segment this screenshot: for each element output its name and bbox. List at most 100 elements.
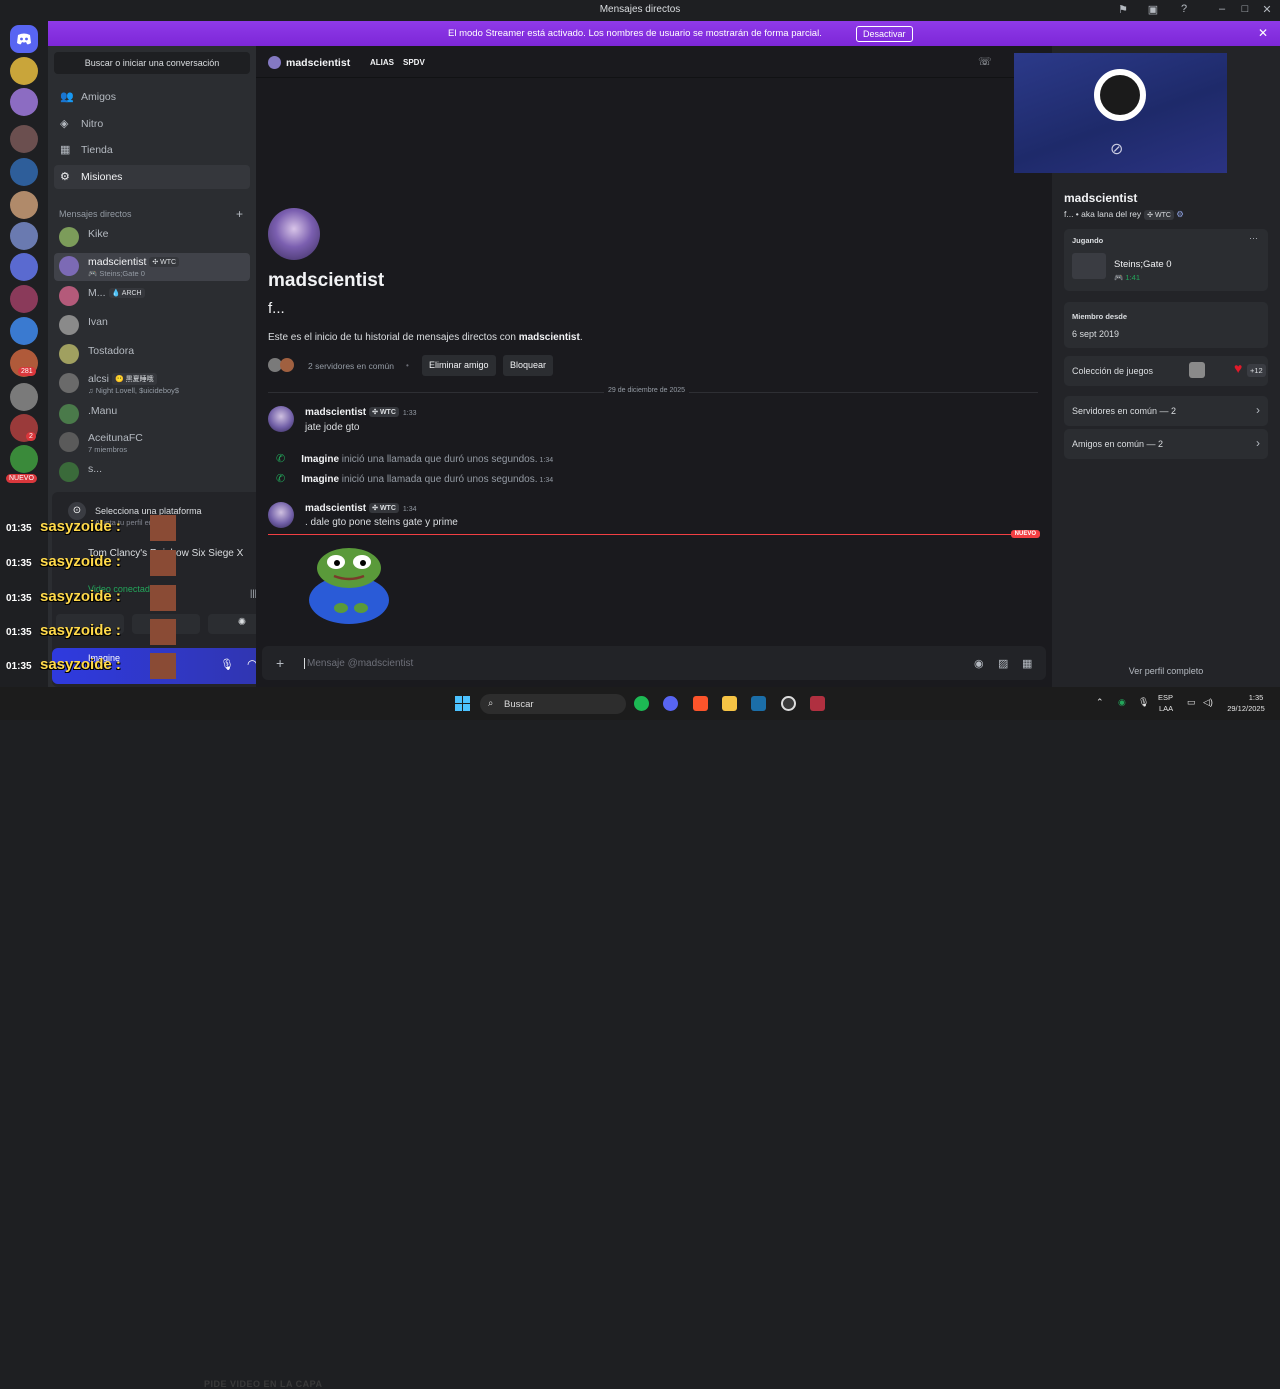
- dm-item[interactable]: Ivan: [54, 312, 250, 338]
- server-icon[interactable]: [10, 222, 38, 250]
- call-system-message: ✆ Imagine inició una llamada que duró uno…: [276, 473, 554, 485]
- profile-name: madscientist: [268, 270, 385, 291]
- server-icon[interactable]: [10, 285, 38, 313]
- mutual-servers-row[interactable]: Servidores en común — 2 ›: [1064, 396, 1268, 426]
- window-title: Mensajes directos: [599, 4, 681, 15]
- avatar: [59, 227, 79, 247]
- tray-chevron-icon[interactable]: ⌃: [1096, 697, 1104, 708]
- gift-icon[interactable]: ◉: [974, 657, 984, 670]
- deactivate-button[interactable]: Desactivar: [856, 26, 913, 42]
- nav-shop[interactable]: ▦ Tienda: [54, 138, 250, 162]
- server-icon[interactable]: [10, 57, 38, 85]
- profile-avatar-large: [268, 208, 320, 260]
- clock-date[interactable]: 29/12/2025: [1224, 704, 1268, 713]
- server-icon[interactable]: [10, 253, 38, 281]
- dm-item[interactable]: .Manu: [54, 401, 250, 427]
- dm-item[interactable]: Kike: [54, 224, 250, 250]
- playing-title: Jugando: [1072, 236, 1104, 245]
- server-icon[interactable]: [10, 317, 38, 345]
- search-icon: ⌕: [488, 698, 494, 709]
- server-icon[interactable]: [10, 445, 38, 473]
- block-button[interactable]: Bloquear: [503, 355, 554, 376]
- spotify-icon[interactable]: [634, 696, 649, 711]
- taskbar-search[interactable]: ⌕ Buscar: [480, 694, 626, 714]
- phone-icon: ✆: [276, 453, 286, 465]
- message-text: . dale gto pone steins gate y prime: [305, 517, 458, 528]
- attach-plus-icon[interactable]: +: [276, 655, 284, 671]
- more-icon[interactable]: ···: [1249, 233, 1258, 243]
- help-icon[interactable]: ?: [1176, 3, 1192, 17]
- flag-icon[interactable]: ⚑: [1115, 3, 1131, 17]
- message-composer[interactable]: + Mensaje @madscientist ◉ ▨ ▦: [262, 646, 1046, 680]
- dm-name: Ivan: [88, 316, 108, 328]
- discord-home-icon[interactable]: [10, 25, 38, 53]
- dm-item[interactable]: AceitunaFC 7 miembros: [54, 429, 250, 457]
- gif-icon[interactable]: ▨: [998, 657, 1008, 670]
- games-collection-card[interactable]: Colección de juegos ♥ +12: [1064, 356, 1268, 386]
- spdv-tab[interactable]: SPDV: [403, 58, 425, 67]
- server-icon[interactable]: [10, 158, 38, 186]
- stream-overlay-text: PIDE VIDEO EN LA CAPA: [204, 1379, 323, 1389]
- mutual-servers-link[interactable]: 2 servidores en común: [308, 361, 394, 371]
- message-author[interactable]: madscientist ✣ WTC 1:33: [305, 407, 417, 418]
- file-explorer-icon[interactable]: [722, 696, 737, 711]
- server-icon[interactable]: [10, 383, 38, 411]
- discord-taskbar-icon[interactable]: [663, 696, 678, 711]
- create-dm-icon[interactable]: +: [236, 207, 243, 221]
- tray-mic-icon[interactable]: 🎙: [1138, 697, 1149, 708]
- brave-icon[interactable]: [693, 696, 708, 711]
- dm-item[interactable]: Tostadora: [54, 341, 250, 367]
- obs-taskbar-icon[interactable]: [781, 696, 796, 711]
- pepe-sticker[interactable]: [306, 542, 392, 624]
- obs-camera-overlay: ⊘: [1014, 53, 1227, 173]
- minimize-button[interactable]: –: [1214, 3, 1230, 17]
- window-titlebar: Mensajes directos ⚑ ▣ ? – □ ✕: [0, 0, 1280, 21]
- view-full-profile-link[interactable]: Ver perfil completo: [1052, 666, 1280, 676]
- server-icon[interactable]: [10, 191, 38, 219]
- dm-item[interactable]: alcsi 😶 黒夏睡哦 ♫ Night Lovell, $uicideboy$: [54, 370, 250, 398]
- avatar[interactable]: [268, 502, 294, 528]
- overlay-chat-row: 01:35 sasyzoide :: [4, 653, 254, 679]
- conversation-search-button[interactable]: Buscar o iniciar una conversación: [54, 52, 250, 74]
- emoji-icon[interactable]: ▦: [1022, 657, 1032, 670]
- inbox-icon[interactable]: ▣: [1145, 3, 1161, 17]
- windows-start-icon[interactable]: [455, 696, 470, 711]
- profile-panel-sub: f... • aka lana del rey ✣ WTC ⚙: [1064, 209, 1184, 220]
- dm-name: Tostadora: [88, 345, 135, 357]
- steam-icon[interactable]: [751, 696, 766, 711]
- alias-tab[interactable]: ALIAS: [370, 58, 394, 67]
- profile-panel-name[interactable]: madscientist: [1064, 191, 1137, 205]
- input-language[interactable]: ESP: [1158, 693, 1173, 702]
- remove-friend-button[interactable]: Eliminar amigo: [422, 355, 496, 376]
- member-since-title: Miembro desde: [1072, 312, 1128, 321]
- network-icon[interactable]: ▭: [1187, 697, 1196, 708]
- message-author[interactable]: madscientist ✣ WTC 1:34: [305, 503, 417, 514]
- mention-badge: 2: [26, 432, 36, 441]
- chat-header: madscientist ALIAS SPDV ☏: [256, 46, 1052, 78]
- message-input[interactable]: Mensaje @madscientist: [304, 658, 413, 669]
- volume-icon[interactable]: ◁): [1203, 697, 1213, 708]
- app-icon[interactable]: [810, 696, 825, 711]
- tray-app-icon[interactable]: ◉: [1118, 697, 1126, 708]
- dm-item[interactable]: madscientist ✣ WTC 🎮 Steins;Gate 0: [54, 253, 250, 281]
- chat-header-name[interactable]: madscientist: [286, 57, 350, 69]
- guild-tag: ✣ WTC: [149, 257, 180, 268]
- maximize-button[interactable]: □: [1237, 3, 1253, 17]
- close-window-button[interactable]: ✕: [1259, 3, 1275, 17]
- mutual-friends-row[interactable]: Amigos en común — 2 ›: [1064, 429, 1268, 459]
- overlay-chat-row: 01:35 sasyzoide :: [4, 619, 254, 645]
- call-icon[interactable]: ☏: [978, 55, 992, 68]
- dm-item[interactable]: M... 💧 ARCH: [54, 283, 250, 309]
- server-icon[interactable]: [10, 125, 38, 153]
- server-icon[interactable]: [10, 88, 38, 116]
- dm-section-header: Mensajes directos: [59, 209, 132, 219]
- more-games-count: +12: [1247, 364, 1266, 377]
- nav-quests[interactable]: ⚙ Misiones: [54, 165, 250, 189]
- nav-label: Amigos: [81, 91, 117, 103]
- dm-item[interactable]: s...: [54, 459, 250, 485]
- nav-nitro[interactable]: ◈ Nitro: [54, 112, 250, 136]
- banner-close-icon[interactable]: ✕: [1258, 26, 1268, 40]
- clock-time[interactable]: 1:35: [1246, 693, 1266, 702]
- avatar[interactable]: [268, 406, 294, 432]
- nav-friends[interactable]: 👥 Amigos: [54, 85, 250, 109]
